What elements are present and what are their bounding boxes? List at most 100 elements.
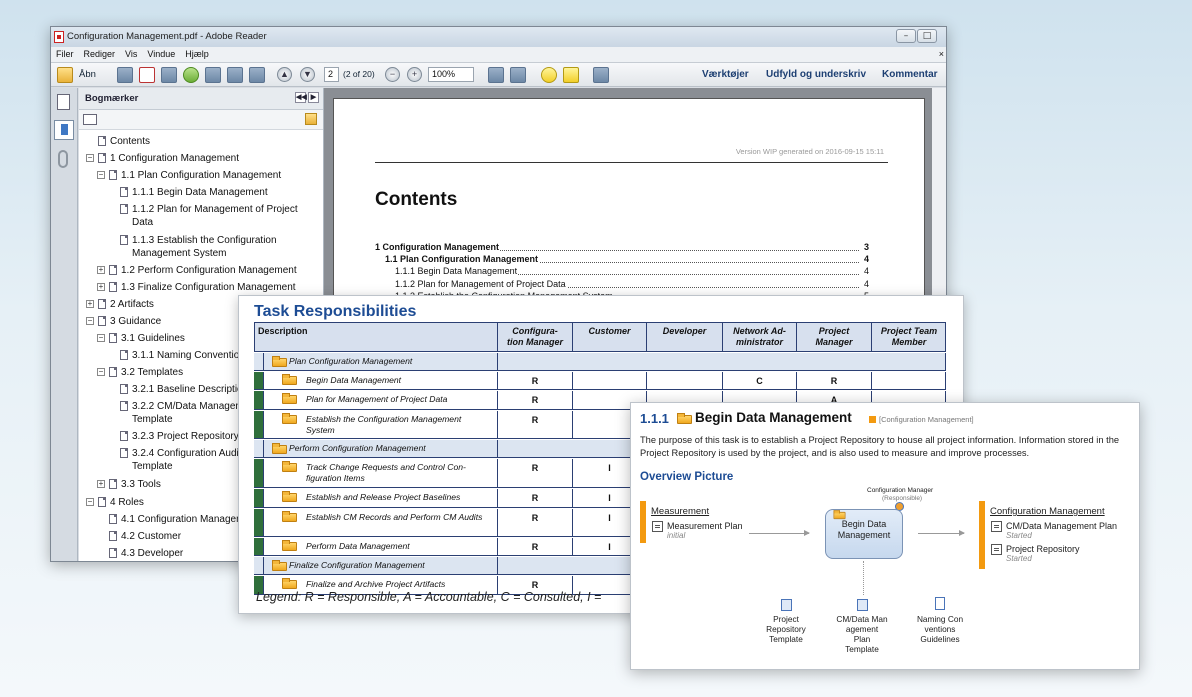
maximize-button[interactable]: □ — [917, 29, 937, 43]
guidance-item[interactable]: CM/Data Man agement Plan Template — [832, 614, 892, 654]
bookmark-item[interactable]: Contents — [98, 135, 315, 148]
input-group-title[interactable]: Measurement — [651, 506, 709, 517]
fullscreen-icon[interactable] — [593, 67, 609, 83]
row-marker — [254, 391, 264, 409]
fill-sign-link[interactable]: Udfyld og underskriv — [766, 69, 866, 80]
bookmark-item[interactable]: +1.3 Finalize Configuration Management — [97, 281, 315, 294]
guidance-item[interactable]: Naming Con ventions Guidelines — [910, 614, 970, 644]
zoom-out-icon[interactable]: − — [385, 67, 400, 82]
bookmark-expand-toggle[interactable]: + — [97, 283, 105, 291]
new-bookmark-icon[interactable] — [305, 113, 317, 125]
bookmark-expand-toggle[interactable]: − — [86, 154, 94, 162]
responsibility-cell: R — [497, 372, 572, 389]
fit-page-icon[interactable] — [488, 67, 504, 83]
bookmark-expand-toggle[interactable]: + — [97, 266, 105, 274]
category-tag[interactable]: [Configuration Management] — [879, 415, 974, 424]
comment-link[interactable]: Kommentar — [882, 69, 938, 80]
task-folder-icon — [272, 443, 287, 454]
menu-window[interactable]: Vindue — [147, 49, 175, 59]
task-label[interactable]: Perform Data Management — [306, 541, 486, 552]
pages-thumbnail-icon[interactable] — [57, 94, 70, 110]
comment-icon[interactable] — [541, 67, 557, 83]
menu-file[interactable]: Filer — [56, 49, 74, 59]
page-count: (2 of 20) — [343, 69, 375, 79]
bookmark-item[interactable]: +1.2 Perform Configuration Management — [97, 264, 315, 277]
attachments-icon[interactable] — [58, 150, 68, 168]
bookmarks-tab-icon[interactable] — [54, 120, 74, 140]
row-marker — [254, 440, 264, 457]
bookmark-item[interactable]: 1.1.2 Plan for Management of Project Dat… — [120, 203, 315, 229]
pdf-icon[interactable] — [139, 67, 155, 83]
menu-edit[interactable]: Rediger — [84, 49, 116, 59]
bookmark-expand-toggle[interactable]: − — [97, 334, 105, 342]
edit-icon[interactable] — [161, 67, 177, 83]
bookmark-label: 1.1.3 Establish the Configuration Manage… — [132, 235, 277, 259]
close-document-button[interactable]: × — [939, 49, 944, 59]
output-item-name[interactable]: CM/Data Management Plan — [1006, 521, 1117, 531]
print-icon[interactable] — [227, 67, 243, 83]
task-label[interactable]: Track Change Requests and Control Con- f… — [306, 462, 486, 484]
create-pdf-icon[interactable] — [117, 67, 133, 83]
cloud-upload-icon[interactable] — [183, 67, 199, 83]
task-label[interactable]: Establish the Configuration Management S… — [306, 414, 486, 436]
options-menu-icon[interactable] — [83, 114, 97, 125]
output-item-name[interactable]: Project Repository — [1006, 544, 1080, 554]
task-label[interactable]: Finalize and Archive Project Artifacts — [306, 579, 486, 590]
overview-heading: Overview Picture — [640, 471, 734, 483]
bookmark-page-icon — [98, 136, 106, 146]
guideline-icon — [935, 597, 945, 610]
collapse-panel-icon[interactable]: ◀◀ — [295, 92, 307, 103]
minimize-button[interactable]: – — [896, 29, 916, 43]
bookmark-label: 4.3 Developer — [121, 548, 184, 559]
bookmark-item[interactable]: − 1 Configuration Management — [86, 152, 315, 165]
task-detail-card: 1.1.1 Begin Data Management [Configurati… — [630, 402, 1140, 670]
previous-page-icon[interactable]: ▲ — [277, 67, 292, 82]
email-icon[interactable] — [249, 67, 265, 83]
page-number-input[interactable]: 2 — [324, 67, 339, 82]
group-label[interactable]: Finalize Configuration Management — [289, 560, 689, 571]
center-task-label[interactable]: Begin Data Management — [835, 519, 893, 541]
open-button-label[interactable]: Åbn — [79, 69, 96, 80]
input-item-name[interactable]: Measurement Plan — [667, 521, 743, 531]
zoom-select[interactable]: 100% — [428, 67, 474, 82]
task-label[interactable]: Establish and Release Project Baselines — [306, 492, 486, 503]
bookmark-label: 1.1 Plan Configuration Management — [121, 170, 282, 181]
bookmark-expand-toggle[interactable]: + — [97, 480, 105, 488]
bookmark-page-icon — [98, 153, 106, 163]
task-folder-icon — [282, 540, 297, 551]
save-icon[interactable] — [205, 67, 221, 83]
bookmark-expand-toggle[interactable]: − — [86, 498, 94, 506]
toc-label: 1.1.1 Begin Data Management — [395, 266, 519, 277]
group-label[interactable]: Perform Configuration Management — [289, 443, 689, 454]
toc-entry[interactable]: 1 Configuration Management 3 — [375, 242, 869, 254]
zoom-in-icon[interactable]: + — [407, 67, 422, 82]
bookmark-expand-toggle[interactable]: − — [86, 317, 94, 325]
highlight-icon[interactable] — [563, 67, 579, 83]
task-label[interactable]: Plan for Management of Project Data — [306, 394, 486, 405]
bookmark-item[interactable]: 1.1.1 Begin Data Management — [120, 186, 315, 199]
bookmark-item[interactable]: − 1.1 Plan Configuration Management — [97, 169, 315, 182]
toc-entry[interactable]: 1.1 Plan Configuration Management 4 — [375, 254, 869, 266]
menu-help[interactable]: Hjælp — [185, 49, 209, 59]
output-group-title[interactable]: Configuration Management — [990, 506, 1105, 517]
column-header: Description — [254, 323, 497, 351]
bookmark-item[interactable]: 1.1.3 Establish the Configuration Manage… — [120, 234, 315, 260]
toc-entry[interactable]: 1.1.1 Begin Data Management 4 — [375, 266, 869, 278]
guidance-item[interactable]: Project Repository Template — [756, 614, 816, 644]
role-responsibility: (Responsible) — [882, 495, 923, 502]
output-arrow — [918, 530, 965, 536]
fit-width-icon[interactable] — [510, 67, 526, 83]
menu-view[interactable]: Vis — [125, 49, 137, 59]
bookmark-expand-toggle[interactable]: + — [86, 300, 94, 308]
group-label[interactable]: Plan Configuration Management — [289, 356, 689, 367]
task-label[interactable]: Establish CM Records and Perform CM Audi… — [306, 512, 486, 523]
toc-entry[interactable]: 1.1.2 Plan for Management of Project Dat… — [375, 278, 869, 291]
responsibility-cell: R — [497, 509, 572, 536]
next-page-icon[interactable]: ▼ — [300, 67, 315, 82]
expand-panel-icon[interactable]: ▶ — [308, 92, 319, 103]
tools-link[interactable]: Værktøjer — [702, 69, 749, 80]
bookmark-expand-toggle[interactable]: − — [97, 171, 105, 179]
bookmark-expand-toggle[interactable]: − — [97, 368, 105, 376]
open-folder-icon[interactable] — [57, 67, 73, 83]
task-label[interactable]: Begin Data Management — [306, 375, 486, 386]
